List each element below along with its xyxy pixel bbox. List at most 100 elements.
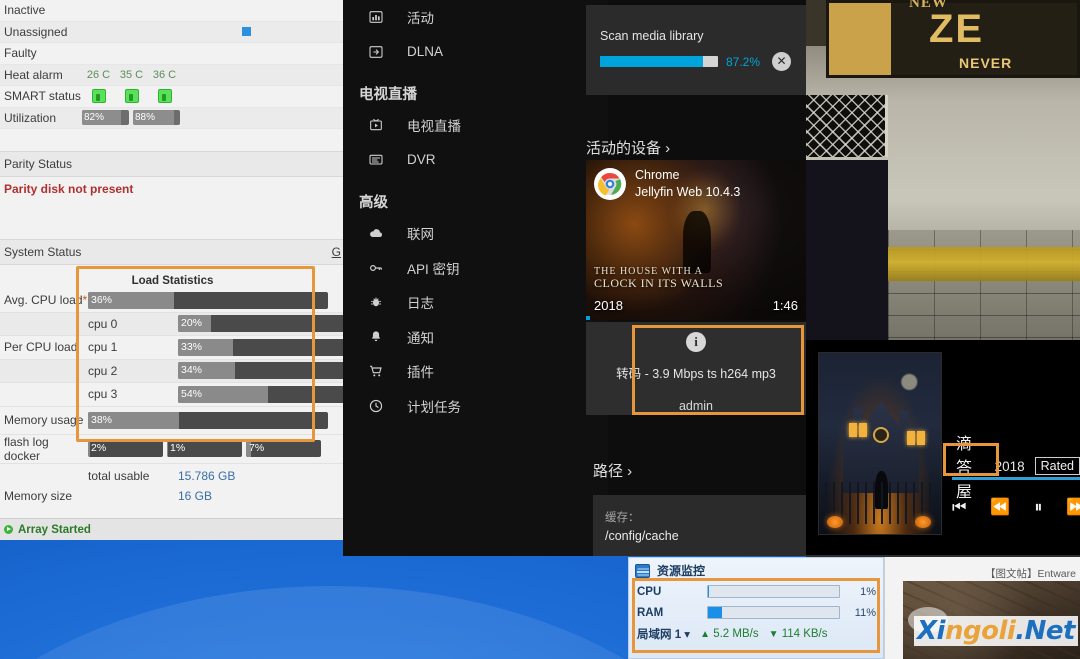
- transcode-text: 转码 - 3.9 Mbps ts h264 mp3: [616, 367, 776, 381]
- download-arrow-icon: ▼: [768, 629, 779, 640]
- total-usable-row: total usable 15.786 GB: [0, 463, 345, 489]
- sidebar-item-activity[interactable]: 活动: [343, 0, 608, 35]
- upload-arrow-icon: ▲: [700, 629, 710, 640]
- sidebar-item-label: DLNA: [407, 44, 444, 60]
- cpu-core-value: 54%: [181, 387, 203, 400]
- total-usable-label: total usable: [88, 469, 150, 483]
- network-selector-label: 局域网 1: [637, 629, 682, 641]
- sidebar-item-logs[interactable]: 日志: [343, 285, 608, 320]
- sidebar-item-plugins[interactable]: 插件: [343, 354, 608, 389]
- system-status-right-link[interactable]: G: [332, 245, 341, 259]
- scan-progress-bar: [600, 56, 718, 67]
- video-sign-text-2: ZE: [929, 7, 985, 51]
- cpu-core-bar: 33%: [178, 338, 345, 356]
- flash-log-docker-label: flash log docker: [4, 434, 49, 463]
- per-cpu-load-row-2: cpu 2 34%: [0, 359, 345, 383]
- sidebar-item-label: 电视直播: [407, 119, 461, 135]
- smart-status-label: SMART status: [4, 89, 81, 104]
- login-arrow-icon: [367, 43, 385, 61]
- dvr-icon: [367, 151, 385, 169]
- active-device-card[interactable]: Chrome Jellyfin Web 10.4.3 THE HOUSE WIT…: [586, 160, 806, 320]
- bug-icon: [367, 293, 385, 311]
- poster-clock: [873, 427, 889, 443]
- sidebar-item-dvr[interactable]: DVR: [343, 143, 608, 178]
- fast-forward-button[interactable]: ⏩: [1066, 500, 1080, 516]
- info-circle-icon[interactable]: i: [686, 332, 706, 352]
- memory-usage-bar: 38%: [88, 411, 328, 429]
- sidebar-item-api-keys[interactable]: API 密钥: [343, 251, 608, 286]
- cpu-label: CPU: [637, 585, 662, 598]
- player-seek-bar[interactable]: [952, 477, 1080, 480]
- scan-task-progress-row: 87.2% ✕: [586, 43, 806, 71]
- cpu-core-bar: 34%: [178, 362, 345, 380]
- video-dark-region: [806, 160, 888, 360]
- heat-alarm-value: 35 C: [119, 68, 144, 81]
- sidebar-section-advanced: 高级: [359, 195, 388, 211]
- active-devices-section-title[interactable]: 活动的设备 ›: [586, 137, 670, 158]
- live-tv-icon: [367, 116, 385, 134]
- video-playback-frame[interactable]: NEW ZE NEVER: [806, 0, 1080, 360]
- array-started-icon: [4, 525, 13, 534]
- network-selector[interactable]: 局域网 1 ▾: [637, 626, 690, 642]
- sidebar-item-dlna[interactable]: DLNA: [343, 35, 608, 70]
- utilization-label: Utilization: [4, 110, 57, 125]
- player-rating-badge: Rated: [1034, 457, 1080, 475]
- system-status-title: System Status: [4, 245, 82, 259]
- rewind-button[interactable]: ⏪: [990, 500, 1010, 516]
- video-sign-text-3: NEVER: [959, 55, 1013, 71]
- resource-monitor-header: 资源监控: [629, 558, 883, 581]
- disk-row-label: Inactive: [4, 3, 46, 18]
- previous-track-button[interactable]: ⏮: [952, 500, 966, 516]
- now-playing-poster-title: THE HOUSE WITH A CLOCK IN ITS WALLS: [594, 266, 723, 290]
- pause-button[interactable]: ⏸: [1034, 500, 1042, 516]
- thumbs-up-icon[interactable]: [91, 89, 106, 104]
- media-player-panel[interactable]: 滴答屋 2018 Rated ⏮ ⏪ ⏸ ⏩: [806, 340, 1080, 555]
- flash-log-docker-row: flash log docker 2% 1% 7%: [0, 435, 345, 464]
- avg-cpu-load-row: Avg. CPU load* 36%: [0, 289, 345, 313]
- sidebar-item-scheduled-tasks[interactable]: 计划任务: [343, 389, 608, 424]
- scheduled-task-card: Scan media library 87.2% ✕: [586, 5, 806, 95]
- sidebar-item-label: 插件: [407, 365, 434, 381]
- disk-row-faulty: Faulty: [0, 43, 345, 65]
- cpu-usage-bar: [707, 585, 840, 598]
- docker-bar: 7%: [246, 440, 321, 457]
- path-entry-card: 缓存： /config/cache: [593, 495, 806, 556]
- array-status-footer[interactable]: Array Started: [0, 518, 345, 540]
- site-watermark: Xingoli.Net: [914, 616, 1078, 646]
- transcode-info-card[interactable]: i 转码 - 3.9 Mbps ts h264 mp3 admin: [586, 322, 806, 415]
- parity-status-section-header[interactable]: Parity Status: [0, 151, 345, 177]
- resource-monitor-widget[interactable]: 资源监控 CPU 1% RAM 11% 局域网 1 ▾ ▲ 5.2 MB/s ▼…: [628, 557, 884, 659]
- jellyfin-dashboard-window[interactable]: 活动 DLNA 电视直播 电视直播 DVR 高级 联网 API 密钥 日志 通知…: [343, 0, 806, 556]
- cpu-core-name: cpu 1: [88, 340, 118, 355]
- avg-cpu-load-label: Avg. CPU load*: [4, 293, 88, 308]
- video-sign-mascot: [829, 3, 891, 75]
- clock-icon: [367, 397, 385, 415]
- memory-usage-value: 38%: [91, 413, 113, 426]
- thumbs-up-icon[interactable]: [157, 89, 172, 104]
- close-circle-icon[interactable]: ✕: [772, 52, 792, 71]
- system-status-section-header[interactable]: System Status G: [0, 239, 345, 265]
- parity-warning-text: Parity disk not present: [0, 177, 345, 201]
- sidebar-item-label: 通知: [407, 330, 434, 346]
- sidebar-item-notifications[interactable]: 通知: [343, 320, 608, 355]
- heat-alarm-values: 26 C 35 C 36 C: [82, 69, 181, 81]
- memory-size-row: Memory size 16 GB: [0, 488, 345, 503]
- chevron-down-icon[interactable]: ▾: [684, 629, 690, 641]
- sidebar-item-label: 联网: [407, 227, 434, 243]
- key-icon: [367, 259, 385, 277]
- watermark-part-b: ngoli: [944, 616, 1016, 646]
- network-download-value: 114 KB/s: [781, 628, 828, 640]
- load-statistics-title: Load Statistics: [0, 265, 345, 289]
- sidebar-item-live-tv[interactable]: 电视直播: [343, 108, 608, 143]
- player-year: 2018: [994, 458, 1025, 474]
- sidebar-item-label: 计划任务: [407, 399, 461, 415]
- disk-row-label: Faulty: [4, 46, 37, 61]
- unraid-dashboard-window[interactable]: Inactive Unassigned Faulty Heat alarm 26…: [0, 0, 345, 540]
- monitor-pulse-icon: [635, 563, 650, 578]
- playback-position-marker: [586, 316, 590, 320]
- paths-section-title[interactable]: 路径 ›: [593, 460, 632, 481]
- screenshot-root: Inactive Unassigned Faulty Heat alarm 26…: [0, 0, 1080, 659]
- sidebar-item-networking[interactable]: 联网: [343, 216, 608, 251]
- heat-alarm-value: 36 C: [152, 68, 177, 81]
- thumbs-up-icon[interactable]: [124, 89, 139, 104]
